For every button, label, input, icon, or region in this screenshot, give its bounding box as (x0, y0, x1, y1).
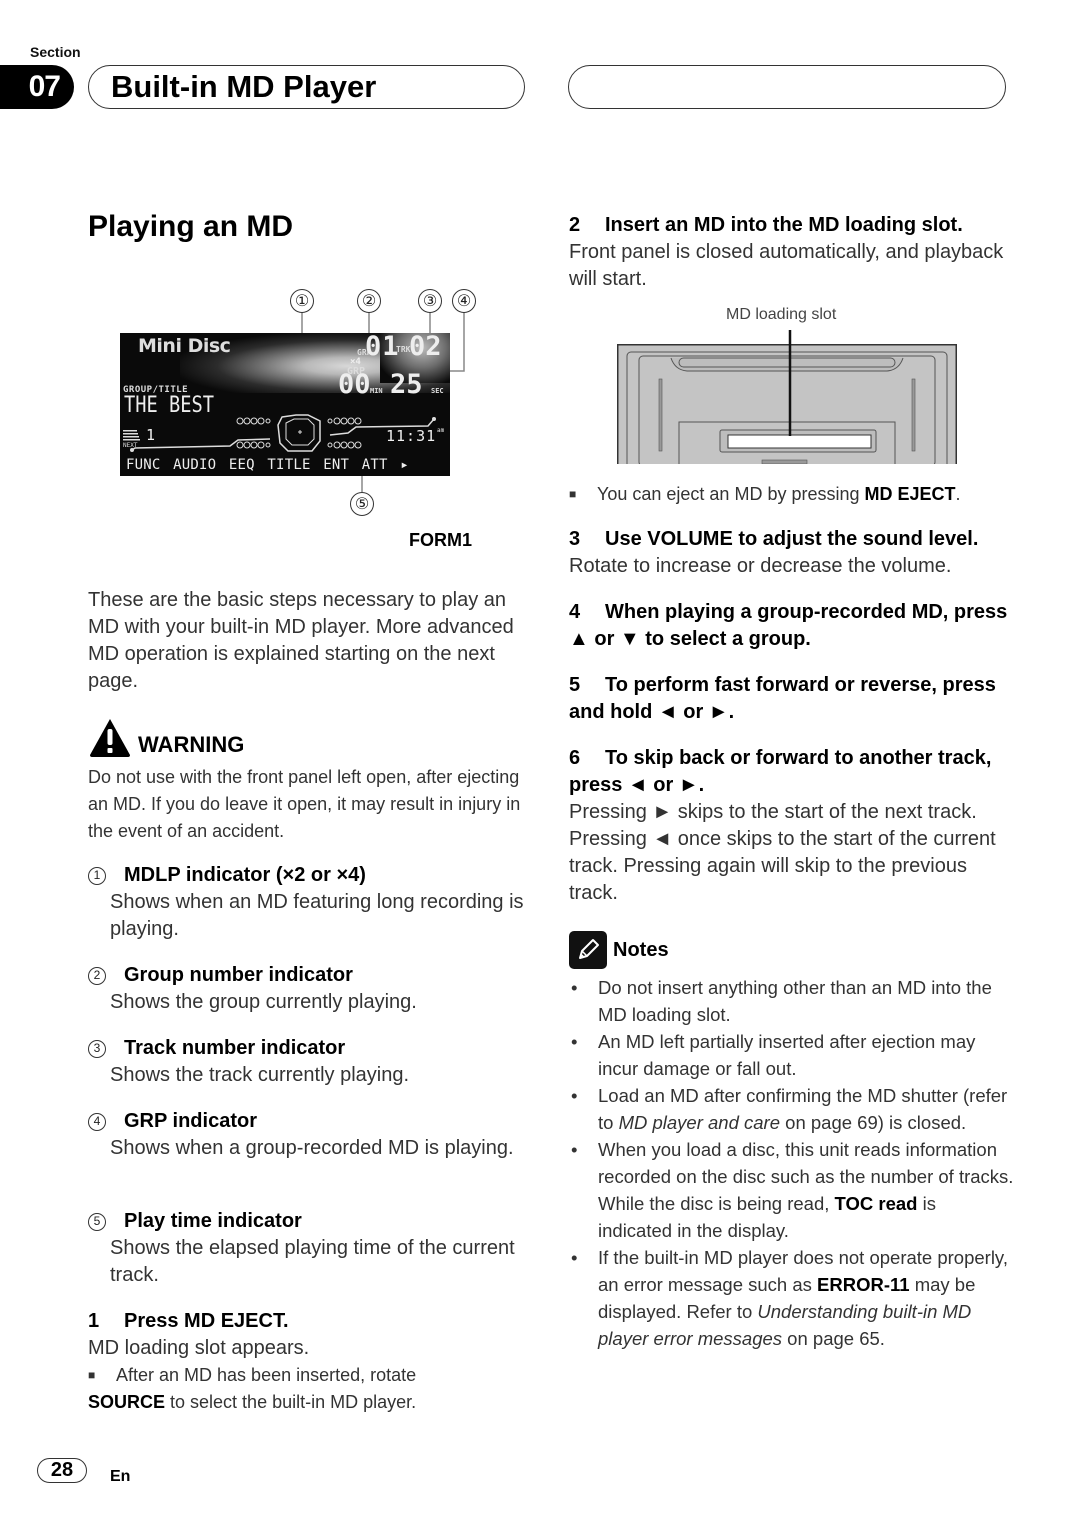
step-note-text: After an MD has been inserted, rotate (116, 1365, 417, 1385)
figure-caption: FORM1 (409, 530, 472, 550)
warning-label: WARNING (138, 732, 245, 757)
step-note-continued: SOURCE to select the built-in MD player. (88, 1389, 528, 1416)
step-title: When playing a group-recorded MD, press … (569, 601, 1008, 650)
step-2-note: ■ You can eject an MD by pressing MD EJE… (569, 481, 1014, 508)
step-2: 2 Insert an MD into the MD loading slot. … (569, 212, 1009, 293)
lcd-track-lines (130, 417, 436, 452)
lcd-function-menu: FUNC AUDIO EEQ TITLE ENT ATT ▸ (126, 457, 409, 473)
callout-3: ③ (418, 289, 442, 313)
indicator-number: 3 (88, 1039, 106, 1058)
notes-label: Notes (613, 938, 669, 961)
step-number: 2 (569, 214, 581, 236)
note-item: • Load an MD after confirming the MD shut… (569, 1082, 1014, 1136)
bullet-icon: • (571, 1247, 578, 1268)
note-text: Load an MD after confirming the MD shutt… (598, 1085, 1008, 1133)
step-note-text-end: to select the built-in MD player. (165, 1392, 417, 1412)
step-number: 1 (88, 1310, 100, 1332)
indicator-description: Shows the group currently playing. (110, 991, 417, 1013)
section-blank-box (568, 65, 1006, 109)
step-5: 5 To perform fast forward or reverse, pre… (569, 672, 1009, 726)
step-number: 6 (569, 747, 581, 769)
square-bullet-icon: ■ (569, 487, 577, 501)
cross-reference-link[interactable]: MD player and care (619, 1112, 780, 1133)
note-text: Do not insert anything other than an MD … (598, 977, 992, 1025)
notes-list: • Do not insert anything other than an MD… (569, 974, 1014, 1352)
warning-heading: WARNING (88, 717, 244, 757)
note-text: When you load a disc, this unit reads in… (598, 1139, 1014, 1241)
pencil-icon (569, 931, 607, 969)
lcd-am: am (437, 427, 445, 434)
indicator-title: MDLP indicator (×2 or ×4) (124, 864, 366, 886)
callout-4: ④ (452, 289, 476, 313)
step-title: Use VOLUME to adjust the sound level. (605, 528, 979, 550)
note-item: • An MD left partially inserted after eje… (569, 1028, 1014, 1082)
step-note: ■ After an MD has been inserted, rotate (88, 1362, 528, 1389)
note-text: An MD left partially inserted after ejec… (598, 1031, 976, 1079)
indicator-description: Shows the elapsed playing time of the cu… (110, 1237, 515, 1286)
callout-5: ⑤ (350, 492, 374, 516)
slot-callout-line (788, 330, 792, 436)
step-1: 1 Press MD EJECT. MD loading slot appears… (88, 1308, 528, 1416)
step-note-text: You can eject an MD by pressing MD EJECT… (597, 484, 961, 504)
note-item: • If the built-in MD player does not oper… (569, 1244, 1014, 1352)
bullet-icon: • (571, 1139, 578, 1160)
indicator-number: 4 (88, 1112, 106, 1131)
step-body: Front panel is closed automatically, and… (569, 241, 1004, 290)
step-note-keyword: SOURCE (88, 1392, 166, 1412)
step-body: Rotate to increase or decrease the volum… (569, 555, 952, 577)
note-item: • Do not insert anything other than an MD… (569, 974, 1014, 1028)
indicator-item: 4 GRP indicator Shows when a group-record… (88, 1108, 528, 1162)
lcd-display: Mini Disc GRP ×4 01 TRK 02 GRP 00 MIN 25… (120, 333, 450, 476)
indicator-item: 1 MDLP indicator (×2 or ×4) Shows when an… (88, 862, 528, 943)
indicator-number: 5 (88, 1212, 106, 1231)
step-number: 4 (569, 601, 581, 623)
indicator-title: GRP indicator (124, 1110, 257, 1132)
indicator-number: 1 (88, 866, 106, 885)
note-item: • When you load a disc, this unit reads i… (569, 1136, 1014, 1244)
indicator-item: 2 Group number indicator Shows the group … (88, 962, 528, 1016)
page-number: 28 (37, 1458, 87, 1483)
step-title: Press MD EJECT. (124, 1310, 289, 1332)
notes-heading: Notes (569, 931, 669, 969)
indicator-title: Track number indicator (124, 1037, 346, 1059)
indicator-description: Shows the track currently playing. (110, 1064, 410, 1086)
lcd-clock: 11:31 (386, 427, 437, 445)
indicator-description: Shows when an MD featuring long recordin… (110, 891, 524, 940)
bullet-icon: • (571, 977, 578, 998)
step-title: To perform fast forward or reverse, pres… (569, 674, 996, 723)
bullet-icon: • (571, 1085, 578, 1106)
step-4: 4 When playing a group-recorded MD, press… (569, 599, 1009, 653)
warning-text: Do not use with the front panel left ope… (88, 767, 521, 841)
step-6: 6 To skip back or forward to another trac… (569, 745, 1009, 907)
bullet-icon: • (571, 1031, 578, 1052)
indicator-description: Shows when a group-recorded MD is playin… (110, 1137, 514, 1159)
callout-1: ① (290, 289, 314, 313)
step-body: Pressing ► skips to the start of the nex… (569, 801, 996, 904)
step-number: 3 (569, 528, 581, 550)
slot-figure-label: MD loading slot (726, 306, 837, 323)
step-body: MD loading slot appears. (88, 1337, 310, 1359)
indicator-number: 2 (88, 966, 106, 985)
note-text: If the built-in MD player does not opera… (598, 1247, 1008, 1349)
step-number: 5 (569, 674, 581, 696)
square-bullet-icon: ■ (88, 1368, 96, 1382)
indicator-item: 3 Track number indicator Shows the track … (88, 1035, 528, 1089)
step-title: To skip back or forward to another track… (569, 747, 992, 796)
indicator-title: Group number indicator (124, 964, 353, 986)
indicator-item: 5 Play time indicator Shows the elapsed p… (88, 1208, 528, 1289)
warning-icon (90, 719, 130, 757)
intro-paragraph: These are the basic steps necessary to p… (88, 589, 514, 692)
indicator-title: Play time indicator (124, 1210, 302, 1232)
step-title: Insert an MD into the MD loading slot. (605, 214, 963, 236)
language-label: En (110, 1468, 131, 1485)
step-3: 3 Use VOLUME to adjust the sound level. R… (569, 526, 1009, 580)
callout-2: ② (357, 289, 381, 313)
